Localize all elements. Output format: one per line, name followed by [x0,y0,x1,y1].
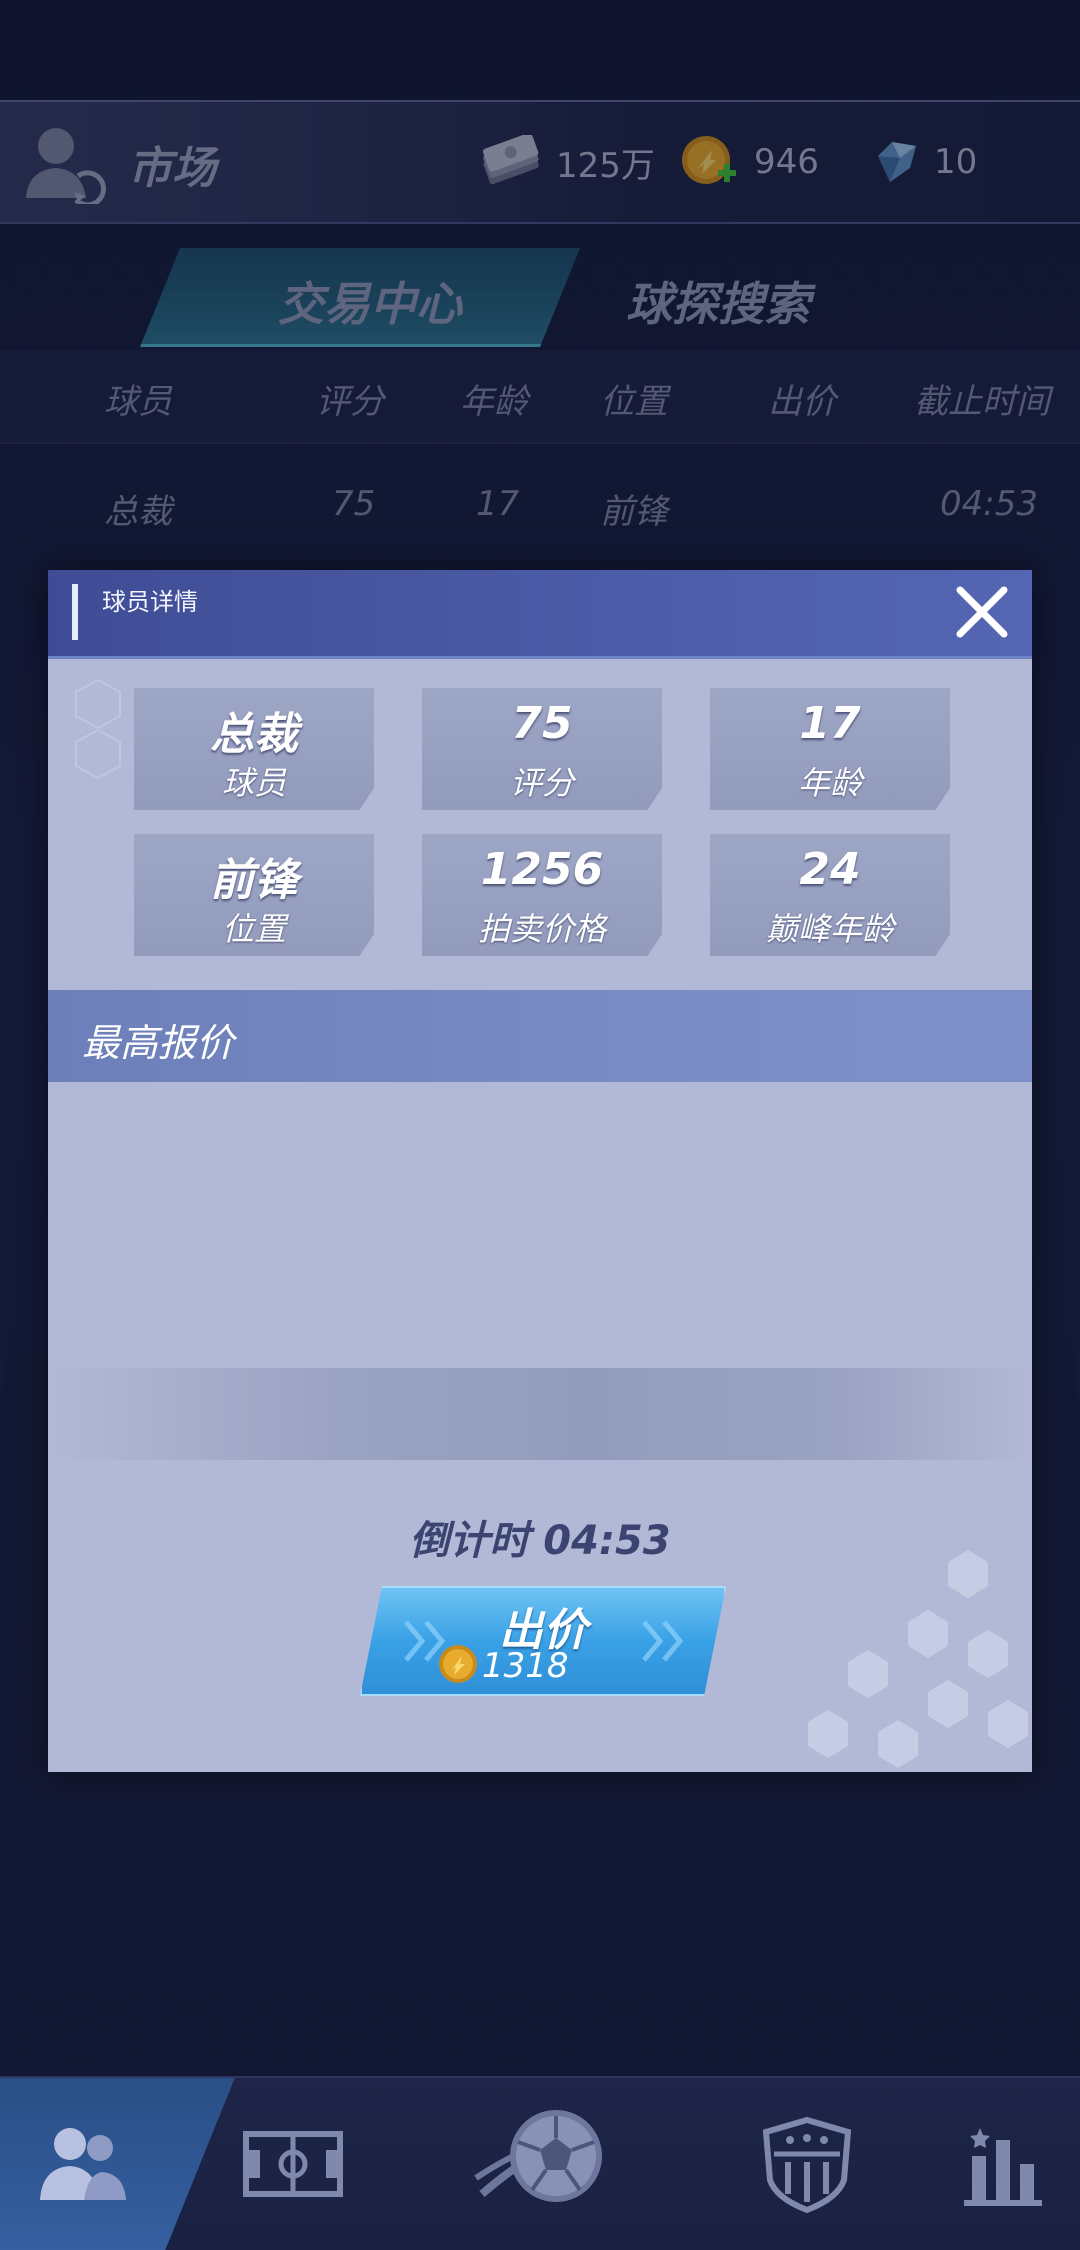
club-badge-icon[interactable] [752,2114,862,2214]
modal-header: 球员详情 [48,570,1032,659]
stat-card-position: 前锋 位置 [134,834,374,956]
modal-title: 球员详情 [102,588,198,616]
stat-card-age: 17 年龄 [710,688,950,810]
countdown-timer: 倒计时 04:53 [409,1518,671,1564]
stat-label: 评分 [509,764,574,802]
close-button[interactable] [950,580,1014,644]
bid-button[interactable]: 出价 1318 [360,1586,726,1696]
bid-list-placeholder [48,1368,1032,1460]
stat-label: 巅峰年龄 [765,910,894,948]
stat-label: 年龄 [797,764,862,802]
bid-price: 1318 [482,1646,569,1686]
stat-card-rating: 75 评分 [422,688,662,810]
stat-value: 17 [799,698,861,749]
stat-value: 24 [799,844,861,895]
coin-icon [439,1645,477,1683]
player-detail-modal: 球员详情 总裁 球员 75 评分 17 年龄 前锋 位置 1256 拍卖价格 2… [48,570,1032,1772]
bottom-navigation [0,2076,1080,2250]
stat-label: 球员 [221,764,286,802]
highest-bid-section: 最高报价 [48,990,1032,1082]
stat-card-peak-age: 24 巅峰年龄 [710,834,950,956]
stat-value: 总裁 [210,709,298,760]
match-ball-icon[interactable] [472,2098,612,2228]
stat-label: 位置 [221,910,286,948]
team-icon[interactable] [28,2114,138,2214]
stat-label: 拍卖价格 [477,910,606,948]
stat-card-auction-price: 1256 拍卖价格 [422,834,662,956]
stat-value: 1256 [480,844,604,895]
stat-value: 75 [511,698,573,749]
close-icon[interactable] [950,580,1014,644]
stat-value: 前锋 [210,855,298,906]
pitch-icon[interactable] [238,2114,348,2214]
section-title: 最高报价 [82,1021,235,1065]
header-accent-bar [72,584,78,640]
ranking-icon[interactable] [960,2114,1070,2214]
stat-card-player: 总裁 球员 [134,688,374,810]
